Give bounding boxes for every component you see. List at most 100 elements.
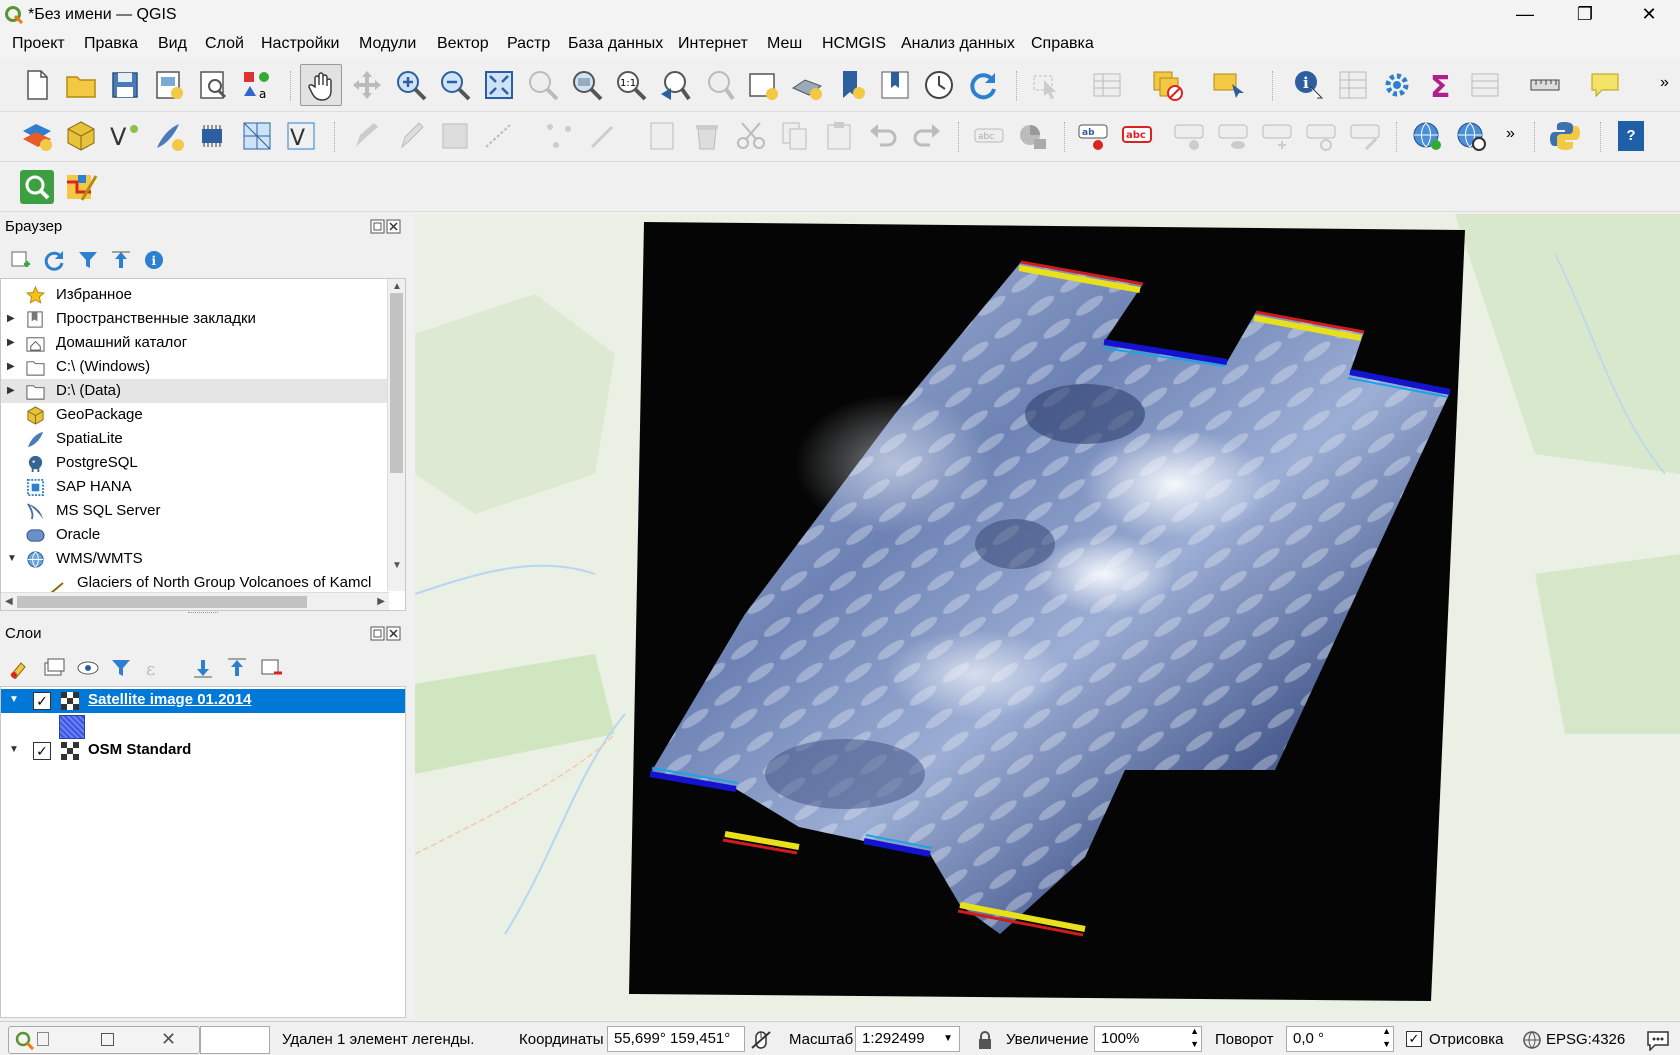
redo-icon[interactable]: [910, 119, 944, 153]
open-layer-styling-icon[interactable]: [8, 657, 32, 679]
cut-features-icon[interactable]: [734, 119, 768, 153]
help-icon[interactable]: ?: [1618, 121, 1644, 151]
menu-database[interactable]: База данных: [568, 35, 663, 53]
magnifier-field[interactable]: 100% ▲ ▼: [1094, 1026, 1202, 1052]
browser-hscroll-thumb[interactable]: [17, 596, 307, 608]
browser-dock-buttons-icon[interactable]: [370, 219, 402, 235]
save-edits-icon[interactable]: [438, 119, 472, 153]
zoom-full-icon[interactable]: [482, 68, 516, 102]
menu-web[interactable]: Интернет: [678, 35, 748, 53]
menu-raster[interactable]: Растр: [507, 35, 550, 53]
expand-arrow-icon[interactable]: ▶: [7, 331, 15, 355]
crs-globe-icon[interactable]: [1522, 1030, 1542, 1050]
locator-input[interactable]: [200, 1026, 270, 1054]
undo-icon[interactable]: [866, 119, 900, 153]
zoom-to-layer-icon[interactable]: [570, 68, 604, 102]
label-tool-icon[interactable]: abc: [972, 119, 1006, 153]
map-tips-icon[interactable]: [1588, 68, 1622, 102]
new-print-layout-icon[interactable]: [152, 68, 186, 102]
new-mesh-layer-icon[interactable]: V: [284, 119, 318, 153]
rotate-label-icon[interactable]: [1304, 119, 1338, 153]
spinner-arrows-icon[interactable]: ▲ ▼: [1190, 1025, 1199, 1051]
crs-button[interactable]: EPSG:4326: [1546, 1031, 1625, 1048]
layer-row-osm[interactable]: ▼ ✓ OSM Standard: [1, 739, 405, 763]
layers-dock-buttons-icon[interactable]: [370, 626, 402, 642]
browser-item-d-drive[interactable]: ▶ D:\ (Data): [1, 379, 405, 403]
menu-plugins[interactable]: Модули: [359, 35, 416, 53]
new-virtual-layer-icon[interactable]: [240, 119, 274, 153]
render-checkbox[interactable]: ✓: [1406, 1031, 1422, 1047]
qgis-plugin-map-icon[interactable]: [64, 170, 98, 204]
collapse-arrow-icon[interactable]: ▼: [9, 744, 19, 755]
quickmapservices-icon[interactable]: [20, 170, 54, 204]
select-features-icon[interactable]: [1030, 68, 1064, 102]
new-3d-map-view-icon[interactable]: [790, 68, 824, 102]
chevron-down-icon[interactable]: ▼: [943, 1027, 953, 1051]
pan-to-selection-icon[interactable]: [350, 68, 384, 102]
collapse-arrow-icon[interactable]: ▼: [9, 694, 19, 705]
refresh-browser-icon[interactable]: [43, 249, 65, 271]
data-source-manager-icon[interactable]: [20, 119, 54, 153]
menu-edit[interactable]: Правка: [84, 35, 138, 53]
browser-item-wms-wmts[interactable]: ▼ WMS/WMTS: [1, 547, 405, 571]
zoom-to-selection-icon[interactable]: [526, 68, 560, 102]
change-label-icon[interactable]: [1348, 119, 1382, 153]
messages-icon[interactable]: [1646, 1029, 1670, 1051]
browser-item-geopackage[interactable]: GeoPackage: [1, 403, 405, 427]
field-calculator-icon[interactable]: [1336, 68, 1370, 102]
statistical-summary-icon[interactable]: Σ: [1424, 68, 1458, 102]
properties-info-icon[interactable]: i: [143, 249, 165, 271]
attribute-table-icon[interactable]: [1468, 68, 1502, 102]
add-group-icon[interactable]: [42, 657, 66, 679]
collapse-all-icon[interactable]: [110, 249, 132, 271]
expand-arrow-icon[interactable]: ▶: [7, 379, 15, 403]
menu-hcmgis[interactable]: HCMGIS: [822, 35, 886, 53]
toggle-editing-icon[interactable]: [394, 119, 428, 153]
map-canvas[interactable]: [415, 214, 1680, 1019]
remove-layer-icon[interactable]: [260, 657, 284, 679]
new-shapefile-layer-icon[interactable]: V: [108, 119, 142, 153]
toolbar2-overflow-icon[interactable]: »: [1506, 125, 1515, 143]
scale-field[interactable]: 1:292499 ▼: [855, 1026, 960, 1052]
mouse-crs-icon[interactable]: [750, 1029, 772, 1051]
current-edits-icon[interactable]: [350, 119, 384, 153]
filter-legend-icon[interactable]: [110, 657, 134, 679]
rotation-field[interactable]: 0,0 ° ▲ ▼: [1286, 1026, 1394, 1052]
pan-tool-button[interactable]: [300, 64, 342, 106]
show-hide-label-icon[interactable]: [1216, 119, 1250, 153]
browser-item-postgresql[interactable]: PostgreSQL: [1, 451, 405, 475]
paste-features-icon[interactable]: [822, 119, 856, 153]
browser-item-sap-hana[interactable]: SAP HANA: [1, 475, 405, 499]
menu-data-analysis[interactable]: Анализ данных: [901, 35, 1015, 53]
edit-attributes-icon[interactable]: [646, 119, 680, 153]
browser-vertical-scrollbar[interactable]: ▲ ▼: [387, 279, 405, 591]
layer-diagram-icon[interactable]: [1016, 119, 1050, 153]
toolbar-overflow-icon[interactable]: »: [1660, 74, 1669, 92]
locator-search-box[interactable]: ✕: [8, 1026, 200, 1054]
zoom-next-icon[interactable]: [702, 68, 736, 102]
maximize-panel-icon[interactable]: [101, 1033, 114, 1046]
spinner-arrows-icon[interactable]: ▲ ▼: [1382, 1025, 1391, 1051]
menu-settings[interactable]: Настройки: [261, 35, 339, 53]
identify-features-icon[interactable]: i: [1292, 68, 1326, 102]
new-temporary-layer-icon[interactable]: [196, 119, 230, 153]
minimize-button[interactable]: —: [1496, 0, 1554, 31]
maximize-button[interactable]: ❐: [1556, 0, 1614, 31]
lock-scale-icon[interactable]: [977, 1030, 993, 1050]
collapse-arrow-icon[interactable]: ▼: [7, 547, 17, 571]
modify-attributes-icon[interactable]: [586, 119, 620, 153]
expand-arrow-icon[interactable]: ▶: [7, 307, 15, 331]
menu-help[interactable]: Справка: [1031, 35, 1094, 53]
menu-vector[interactable]: Вектор: [437, 35, 489, 53]
browser-item-spatial-bookmarks[interactable]: ▶ Пространственные закладки: [1, 307, 405, 331]
browser-item-oracle[interactable]: Oracle: [1, 523, 405, 547]
browser-vscroll-thumb[interactable]: [390, 293, 403, 473]
layer-visibility-checkbox[interactable]: ✓: [33, 742, 51, 760]
new-map-view-icon[interactable]: [746, 68, 780, 102]
collapse-all-layers-icon[interactable]: [226, 657, 250, 679]
save-project-icon[interactable]: [108, 68, 142, 102]
pin-label-icon[interactable]: [1172, 119, 1206, 153]
add-selected-layers-icon[interactable]: [10, 249, 32, 271]
digitize-line-icon[interactable]: [482, 119, 516, 153]
menu-view[interactable]: Вид: [158, 35, 187, 53]
